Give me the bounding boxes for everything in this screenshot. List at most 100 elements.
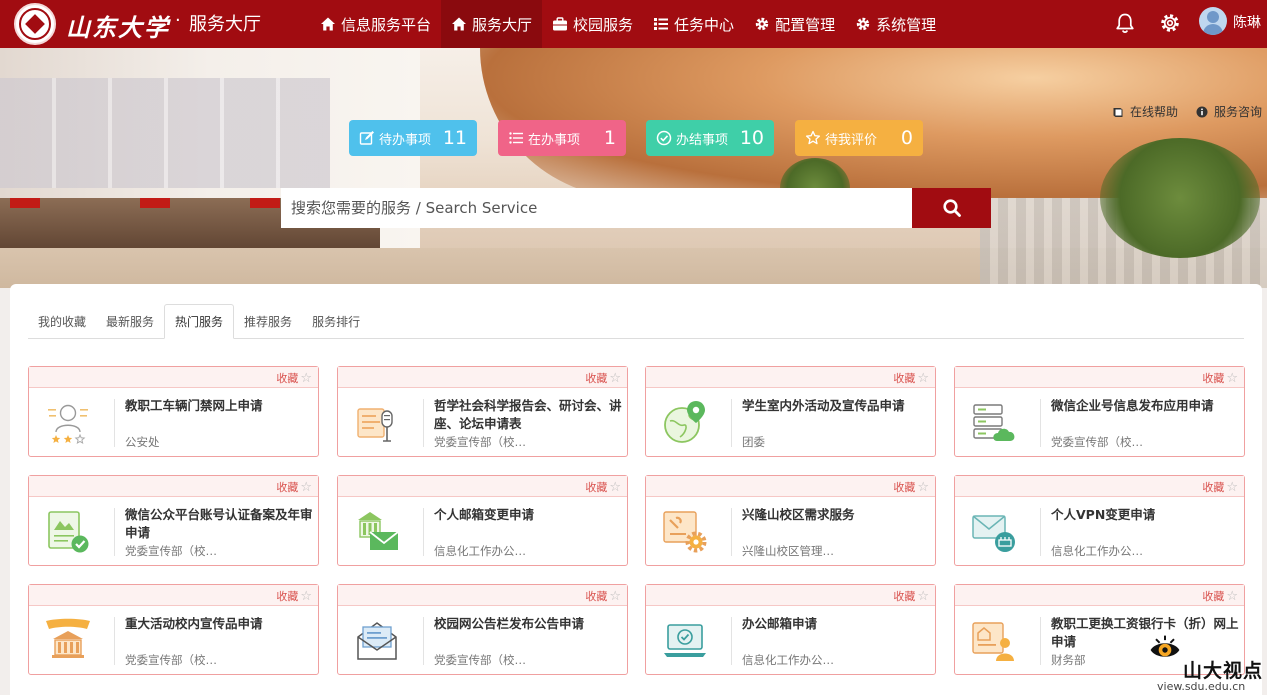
favorite-button[interactable]: 收藏 ☆ [585, 479, 621, 495]
favorite-button[interactable]: 收藏 ☆ [585, 370, 621, 386]
favorite-button[interactable]: 收藏 ☆ [1202, 479, 1238, 495]
mail-open-icon [352, 615, 402, 665]
nav-item-system[interactable]: 系统管理 [845, 0, 946, 48]
stat-completed[interactable]: 办结事项 10 [646, 120, 774, 156]
service-card[interactable]: 收藏 ☆ 重大活动校内宣传品申请 党委宣传部（校… [28, 584, 319, 675]
nav-label: 信息服务平台 [341, 15, 432, 34]
stat-label: 办结事项 [676, 132, 729, 148]
building-mail-icon [352, 506, 402, 556]
home-icon [451, 16, 467, 32]
nav-item-config[interactable]: 配置管理 [744, 0, 845, 48]
favorite-button[interactable]: 收藏 ☆ [1202, 370, 1238, 386]
tab-latest-services[interactable]: 最新服务 [96, 304, 164, 339]
service-card[interactable]: 收藏 ☆ 办公邮箱申请 信息化工作办公… [645, 584, 936, 675]
search-input[interactable] [281, 188, 912, 228]
star-icon: ☆ [1226, 479, 1238, 495]
service-card[interactable]: 收藏 ☆ 个人VPN变更申请 信息化工作办公… [954, 475, 1245, 566]
service-title: 个人VPN变更申请 [1051, 507, 1156, 522]
service-department: 党委宣传部（校… [125, 544, 217, 558]
nav-item-campus-service[interactable]: 校园服务 [542, 0, 643, 48]
nav-label: 校园服务 [573, 15, 634, 34]
service-card[interactable]: 收藏 ☆ 个人邮箱变更申请 信息化工作办公… [337, 475, 628, 566]
home-icon [320, 16, 336, 32]
nav-item-info-platform[interactable]: 信息服务平台 [310, 0, 441, 48]
favorite-button[interactable]: 收藏 ☆ [1202, 588, 1238, 604]
service-department: 兴隆山校区管理… [742, 544, 834, 558]
service-card[interactable]: 收藏 ☆ 兴隆山校区需求服务 兴隆山校区管理… [645, 475, 936, 566]
bell-icon[interactable] [1113, 11, 1137, 35]
service-card[interactable]: 收藏 ☆ 微信企业号信息发布应用申请 党委宣传部（校… [954, 366, 1245, 457]
online-help-link[interactable]: 在线帮助 [1112, 103, 1178, 120]
username[interactable]: 陈琳 [1233, 12, 1261, 32]
service-card[interactable]: 收藏 ☆ 学生室内外活动及宣传品申请 团委 [645, 366, 936, 457]
service-title: 哲学社会科学报告会、研讨会、讲座、论坛申请表 [434, 398, 622, 431]
service-department: 团委 [742, 435, 765, 449]
search-button[interactable] [912, 188, 991, 228]
star-icon: ☆ [300, 479, 312, 495]
avatar[interactable] [1199, 7, 1227, 35]
university-logo[interactable] [14, 3, 56, 45]
star-icon: ☆ [917, 588, 929, 604]
favorite-button[interactable]: 收藏 ☆ [276, 370, 312, 386]
favorite-label: 收藏 [1202, 590, 1225, 603]
service-card[interactable]: 收藏 ☆ 微信公众平台账号认证备案及年审申请 党委宣传部（校… [28, 475, 319, 566]
favorite-label: 收藏 [585, 372, 608, 385]
favorite-label: 收藏 [1202, 481, 1225, 494]
service-card[interactable]: 收藏 ☆ 校园网公告栏发布公告申请 党委宣传部（校… [337, 584, 628, 675]
service-department: 党委宣传部（校… [434, 435, 526, 449]
service-card[interactable]: 收藏 ☆ 教职工车辆门禁网上申请 公安处 [28, 366, 319, 457]
house-person-icon [969, 615, 1019, 665]
favorite-button[interactable]: 收藏 ☆ [585, 588, 621, 604]
stat-label: 待办事项 [379, 132, 432, 148]
nav-label: 任务中心 [674, 15, 735, 34]
star-icon: ☆ [917, 479, 929, 495]
search-icon [942, 198, 962, 218]
nav-item-service-hall[interactable]: 服务大厅 [441, 0, 543, 48]
server-cloud-icon [969, 397, 1019, 447]
service-consult-label: 服务咨询 [1214, 105, 1263, 119]
book-icon [1112, 106, 1124, 118]
favorite-button[interactable]: 收藏 ☆ [276, 588, 312, 604]
top-nav-bar: 山东大学 · 服务大厅 信息服务平台 服务大厅 校园服务 任务中心 配置管理 系… [0, 0, 1267, 48]
mail-network-icon [969, 506, 1019, 556]
service-title: 重大活动校内宣传品申请 [125, 616, 263, 631]
nav-label: 系统管理 [876, 15, 937, 34]
stat-count: 11 [442, 127, 467, 149]
nav-item-task-center[interactable]: 任务中心 [643, 0, 744, 48]
favorite-label: 收藏 [276, 372, 299, 385]
service-title: 兴隆山校区需求服务 [742, 507, 855, 522]
tab-popular-services[interactable]: 热门服务 [164, 304, 235, 339]
service-title: 学生室内外活动及宣传品申请 [742, 398, 905, 413]
check-circle-icon [656, 130, 672, 146]
favorite-button[interactable]: 收藏 ☆ [893, 588, 929, 604]
microphone-icon [352, 397, 402, 447]
favorite-button[interactable]: 收藏 ☆ [893, 479, 929, 495]
nav-label: 服务大厅 [472, 15, 533, 34]
service-department: 信息化工作办公… [434, 544, 526, 558]
info-icon [1196, 106, 1208, 118]
favorite-label: 收藏 [276, 590, 299, 603]
edit-icon [359, 130, 375, 146]
service-title: 办公邮箱申请 [742, 616, 818, 631]
person-stars-icon [43, 397, 93, 447]
tab-my-favorites[interactable]: 我的收藏 [28, 304, 96, 339]
service-title: 微信企业号信息发布应用申请 [1051, 398, 1214, 413]
settings-gear-icon[interactable] [1158, 11, 1182, 35]
service-card[interactable]: 收藏 ☆ 哲学社会科学报告会、研讨会、讲座、论坛申请表 党委宣传部（校… [337, 366, 628, 457]
service-consult-link[interactable]: 服务咨询 [1196, 103, 1262, 120]
favorite-label: 收藏 [1202, 372, 1225, 385]
tab-service-ranking[interactable]: 服务排行 [302, 304, 370, 339]
watermark: 山大视点 view.sdu.edu.cn [1145, 630, 1267, 695]
stat-pending-tasks[interactable]: 待办事项 11 [349, 120, 477, 156]
service-department: 党委宣传部（校… [125, 653, 217, 667]
stat-pending-review[interactable]: 待我评价 0 [795, 120, 923, 156]
favorite-label: 收藏 [893, 481, 916, 494]
star-icon: ☆ [1226, 370, 1238, 386]
brand-name: 山东大学 [66, 13, 170, 42]
tab-recommended-services[interactable]: 推荐服务 [234, 304, 302, 339]
service-title: 微信公众平台账号认证备案及年审申请 [125, 507, 313, 540]
stat-in-progress[interactable]: 在办事项 1 [498, 120, 626, 156]
favorite-button[interactable]: 收藏 ☆ [276, 479, 312, 495]
favorite-button[interactable]: 收藏 ☆ [893, 370, 929, 386]
watermark-text: 山大视点 [1183, 660, 1264, 682]
